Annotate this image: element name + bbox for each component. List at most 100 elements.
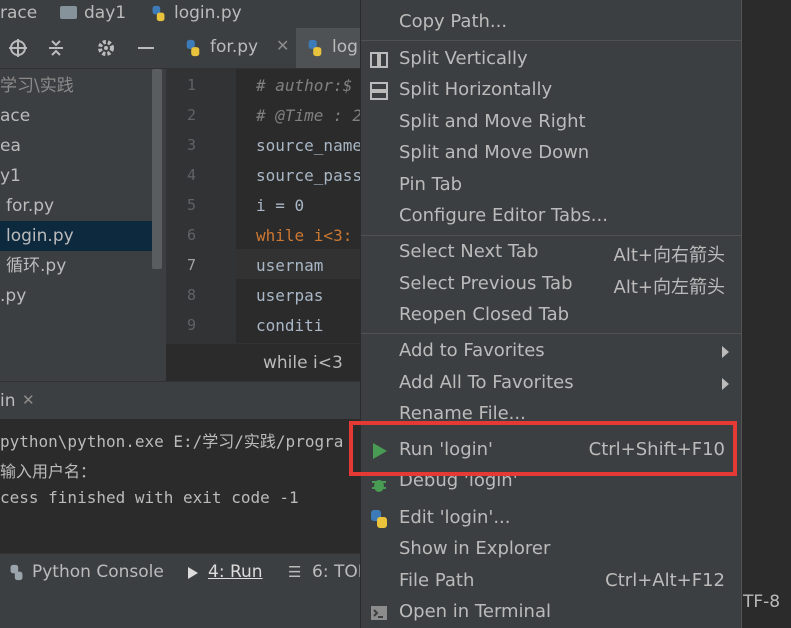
menu-item-label: File Path (399, 570, 475, 591)
menu-item-label: Select Next Tab (399, 241, 539, 262)
menu-item-edit-login[interactable]: Edit 'login'... (361, 503, 741, 534)
split-horizontally-icon (370, 82, 388, 100)
python-console-icon (10, 564, 23, 581)
menu-item-label: Select Previous Tab (399, 273, 573, 294)
python-icon (371, 510, 387, 528)
menu-item-split-vertically[interactable]: Split Vertically (361, 44, 741, 75)
menu-item-split-horizontally[interactable]: Split Horizontally (361, 75, 741, 106)
menu-separator (361, 40, 741, 41)
menu-item-configure-tabs[interactable]: Configure Editor Tabs... (361, 201, 741, 232)
code-line: i = 0 (256, 196, 305, 215)
menu-item-shortcut: Ctrl+Alt+F12 (605, 570, 725, 591)
encoding-indicator[interactable]: TF-8 (743, 592, 780, 612)
python-file-icon (152, 5, 165, 22)
tab-python-console[interactable]: Python Console (32, 562, 164, 582)
breadcrumb-folder[interactable]: day1 (84, 3, 126, 23)
console-line: 输入用户名： (0, 462, 97, 481)
submenu-arrow-icon (722, 378, 729, 390)
menu-item-label: Split Vertically (399, 48, 528, 69)
menu-item-shortcut: Alt+向右箭头 (613, 245, 725, 266)
menu-item-reopen-closed-tab[interactable]: Reopen Closed Tab (361, 300, 741, 331)
run-console[interactable]: python\python.exe E:/学习/实践/progra 输入用户名：… (0, 419, 360, 553)
line-number: 5 (186, 196, 196, 214)
code-line: userpas (256, 286, 324, 305)
tab-run[interactable]: 4: Run (208, 562, 263, 582)
breadcrumb-project[interactable]: race (0, 3, 37, 23)
submenu-arrow-icon (722, 346, 729, 358)
menu-item-label: Configure Editor Tabs... (399, 205, 608, 226)
crosshair-icon[interactable] (8, 38, 28, 58)
menu-item-label: Show in Explorer (399, 538, 551, 559)
tree-item-for-py[interactable]: for.py (0, 191, 152, 221)
menu-item-copy-path[interactable]: Copy Path... (361, 7, 741, 38)
line-number: 8 (186, 286, 196, 304)
tree-item[interactable]: .py (0, 281, 152, 311)
highlight-box (349, 421, 737, 476)
tree-item[interactable]: y1 (0, 161, 152, 191)
menu-item-label: Reopen Closed Tab (399, 304, 570, 325)
code-editor[interactable]: # author:$ # @Time : 2 source_name sourc… (236, 69, 360, 343)
project-toolbar (0, 28, 166, 69)
menu-item-label: Split and Move Down (399, 142, 590, 163)
tree-item-loop-py[interactable]: 循环.py (0, 251, 152, 281)
tab-context-menu: Copy Path... Split Vertically Split Hori… (360, 0, 742, 628)
line-number: 9 (186, 316, 196, 334)
project-tree: 学习\实践 ace ea y1 for.py login.py 循环.py .p… (0, 69, 166, 381)
code-line: # author:$ (256, 76, 353, 95)
menu-item-label: Split Horizontally (399, 79, 553, 100)
tab-label: for.py (210, 37, 259, 57)
menu-item-label: Copy Path... (399, 11, 508, 32)
menu-item-pin-tab[interactable]: Pin Tab (361, 170, 741, 201)
menu-item-label: Split and Move Right (399, 111, 586, 132)
tree-root[interactable]: 学习\实践 (0, 71, 152, 101)
tab-for-py[interactable]: for.py ✕ (174, 28, 296, 68)
tree-item[interactable]: ace (0, 101, 152, 131)
editor-background: TF-8 (741, 0, 791, 628)
menu-item-split-move-down[interactable]: Split and Move Down (361, 138, 741, 169)
menu-item-select-next-tab[interactable]: Select Next Tab Alt+向右箭头 (361, 237, 741, 268)
tab-login-py[interactable]: log (296, 28, 360, 68)
menu-item-add-all-to-favorites[interactable]: Add All To Favorites (361, 368, 741, 399)
menu-item-show-in-explorer[interactable]: Show in Explorer (361, 534, 741, 565)
close-icon[interactable]: ✕ (22, 391, 35, 409)
line-number: 6 (186, 226, 196, 244)
breadcrumb-item[interactable]: while i<3 (263, 353, 343, 373)
code-line: usernam (256, 256, 324, 275)
tool-window-tabs: Python Console 4: Run ☰ 6: TOD (0, 553, 371, 592)
menu-item-label: Rename File... (399, 403, 526, 421)
menu-item-shortcut: Alt+向左箭头 (613, 277, 725, 298)
menu-item-add-to-favorites[interactable]: Add to Favorites (361, 336, 741, 367)
collapse-all-icon[interactable] (46, 38, 66, 58)
menu-separator (361, 235, 741, 236)
tree-scrollbar[interactable] (152, 69, 162, 269)
line-number: 2 (186, 106, 196, 124)
console-line: cess finished with exit code -1 (0, 488, 299, 507)
run-panel-header: in ✕ (0, 381, 360, 420)
menu-item-rename-file[interactable]: Rename File... (361, 399, 741, 421)
tree-item[interactable]: ea (0, 131, 152, 161)
tree-item-login-py[interactable]: login.py (0, 221, 152, 251)
menu-item-file-path[interactable]: File Path Ctrl+Alt+F12 (361, 566, 741, 597)
python-file-icon (186, 39, 200, 57)
menu-item-label: Add All To Favorites (399, 372, 574, 393)
split-vertically-icon (370, 52, 388, 68)
menu-item-open-in-terminal[interactable]: Open in Terminal (361, 597, 741, 628)
code-line: # @Time : 2 (256, 106, 360, 125)
menu-item-select-previous-tab[interactable]: Select Previous Tab Alt+向左箭头 (361, 269, 741, 300)
menu-separator (361, 333, 741, 334)
close-icon[interactable]: ✕ (276, 36, 289, 55)
minimize-icon[interactable] (136, 38, 156, 58)
line-number: 1 (186, 76, 196, 94)
list-icon: ☰ (288, 563, 302, 581)
line-number-gutter: 1 2 3 4 5 6 7 8 9 ⊖ ⊖ (166, 69, 253, 343)
menu-item-split-move-right[interactable]: Split and Move Right (361, 107, 741, 138)
menu-item-label: Pin Tab (399, 174, 463, 195)
folder-icon (60, 6, 77, 19)
gear-icon[interactable] (96, 38, 116, 58)
menu-item-label: Open in Terminal (399, 601, 551, 622)
breadcrumb-file[interactable]: login.py (174, 3, 242, 23)
line-number: 7 (186, 256, 196, 274)
tab-label: log (332, 37, 358, 57)
console-line: python\python.exe E:/学习/实践/progra (0, 432, 344, 451)
line-number: 3 (186, 136, 196, 154)
